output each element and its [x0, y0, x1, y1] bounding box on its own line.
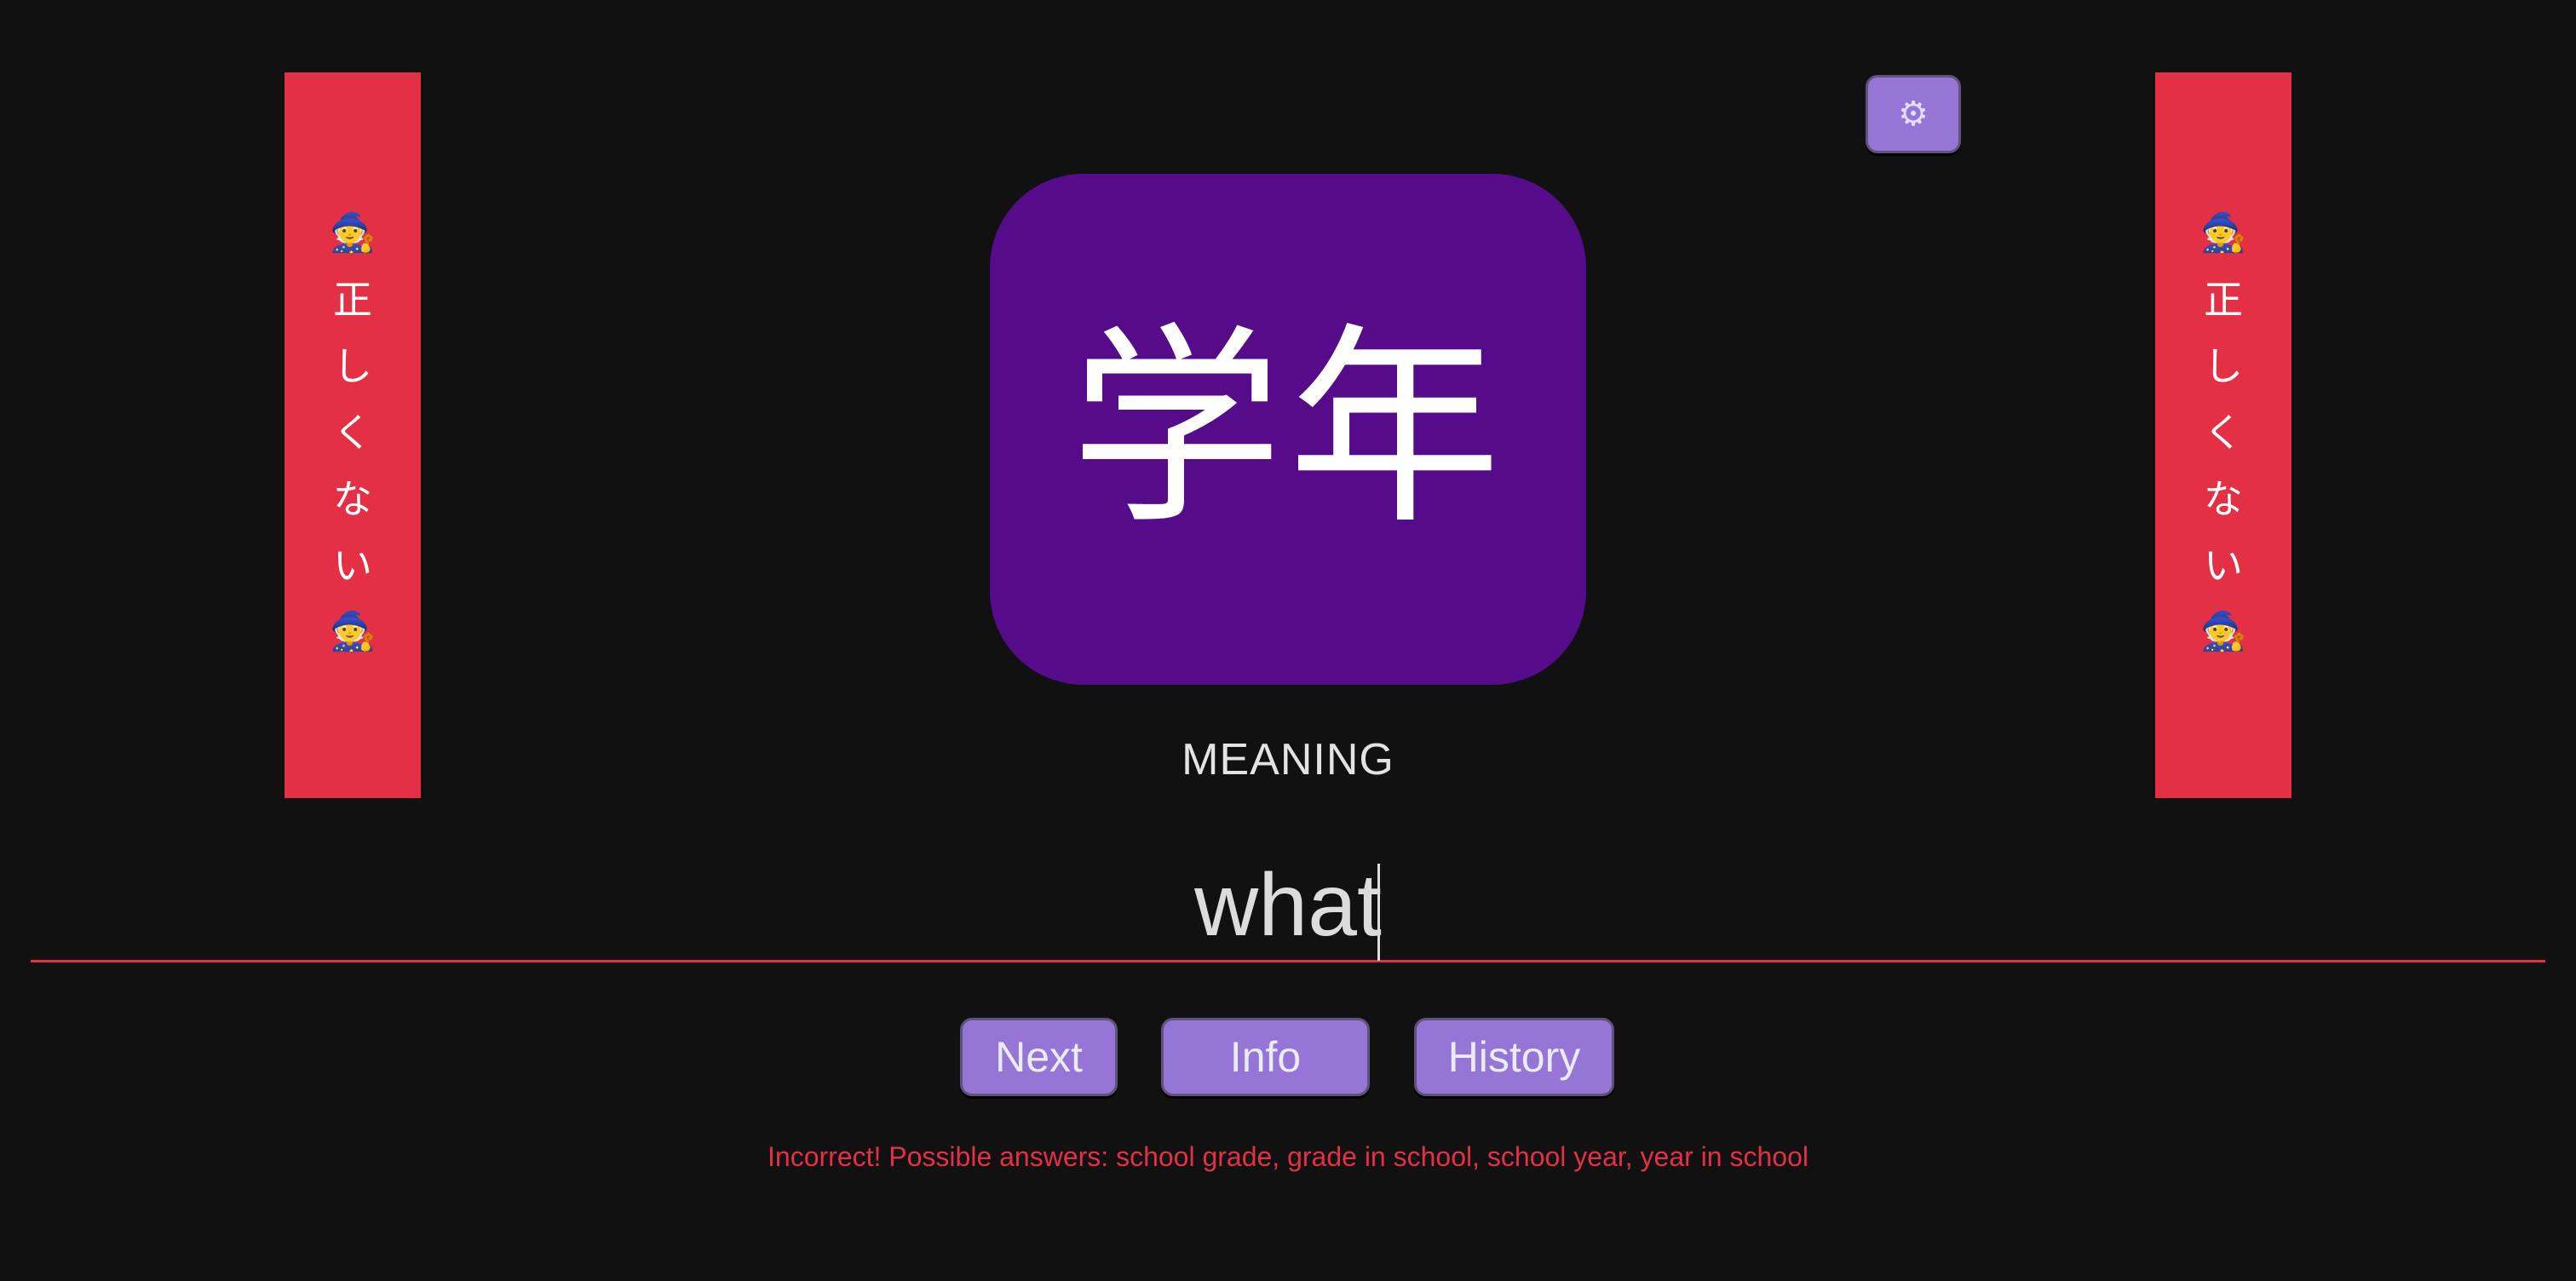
wizard-icon: 🧙 — [2199, 211, 2247, 255]
next-button[interactable]: Next — [960, 1018, 1118, 1096]
banner-char: な — [333, 476, 372, 522]
banner-char: く — [2204, 410, 2243, 456]
wizard-icon: 🧙 — [329, 211, 377, 255]
kanji-text: 学年 — [1070, 305, 1506, 553]
text-cursor — [1377, 864, 1380, 961]
wizard-icon: 🧙 — [329, 610, 377, 653]
banner-char: い — [2204, 543, 2243, 589]
incorrect-banner-right: 🧙 正 し く な い 🧙 — [2155, 72, 2291, 798]
feedback-message: Incorrect! Possible answers: school grad… — [768, 1141, 1808, 1172]
banner-char: い — [333, 543, 372, 589]
banner-char: く — [333, 410, 372, 456]
banner-char: な — [2204, 476, 2243, 522]
history-button[interactable]: History — [1414, 1018, 1614, 1096]
incorrect-banner-left: 🧙 正 し く な い 🧙 — [285, 72, 421, 798]
banner-char: 正 — [2204, 277, 2243, 323]
wizard-icon: 🧙 — [2199, 610, 2247, 653]
answer-input[interactable] — [31, 852, 2545, 962]
question-type-label: MEANING — [1182, 735, 1394, 784]
settings-button[interactable]: ⚙ — [1866, 75, 1961, 153]
banner-char: 正 — [333, 277, 372, 323]
kanji-card: 学年 — [990, 174, 1586, 685]
info-button[interactable]: Info — [1161, 1018, 1370, 1096]
banner-char: し — [2204, 343, 2243, 389]
app-root: 🧙 正 し く な い 🧙 🧙 正 し く な い 🧙 ⚙ 学年 MEANING… — [0, 0, 2576, 1281]
banner-char: し — [333, 343, 372, 389]
gear-icon: ⚙ — [1898, 95, 1929, 134]
